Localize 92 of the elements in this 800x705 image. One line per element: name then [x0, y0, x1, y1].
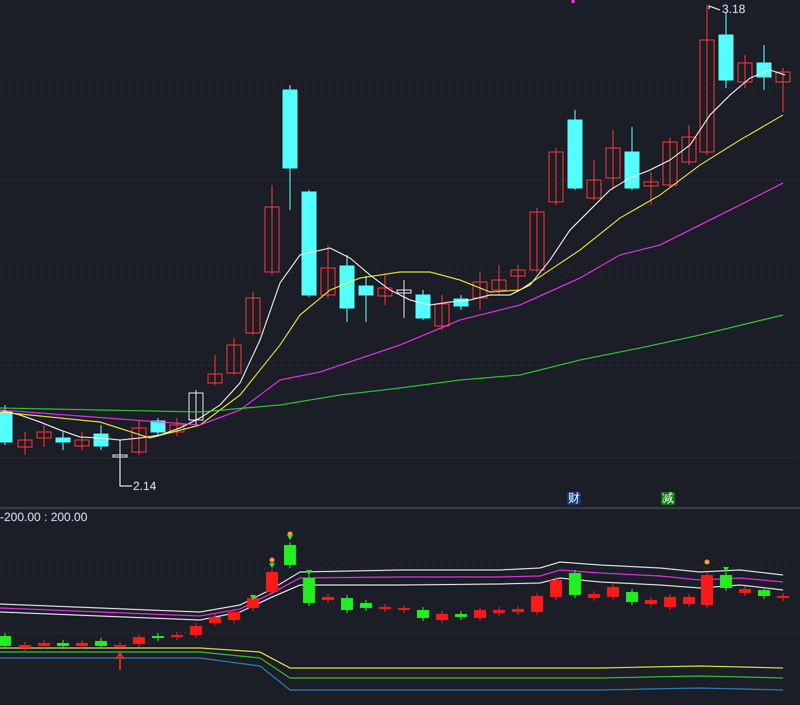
candlestick — [492, 264, 506, 296]
indicator-bar — [398, 604, 410, 614]
candlestick — [416, 290, 430, 320]
event-marker-badge: 财 — [567, 492, 581, 505]
candlestick — [36, 424, 52, 448]
indicator-bar — [626, 588, 638, 606]
candlestick — [246, 292, 260, 336]
indicator-bar — [209, 614, 221, 626]
candlestick — [510, 264, 526, 290]
candlestick — [56, 432, 70, 450]
indicator-bar — [190, 622, 202, 638]
candlestick — [170, 418, 184, 436]
indicator-bar — [171, 632, 183, 640]
indicator-bar — [777, 592, 789, 602]
candlestick — [358, 276, 374, 322]
candlestick — [74, 432, 90, 450]
tick-mark — [572, 0, 574, 3]
candlestick — [396, 280, 412, 318]
indicator-bar — [284, 542, 296, 568]
indicator-bar — [379, 604, 391, 612]
down-triangle-icon — [306, 570, 312, 575]
candlestick — [606, 130, 620, 190]
candlestick — [454, 294, 468, 310]
candlestick — [340, 254, 354, 322]
indicator-bar — [550, 576, 562, 600]
indicator-bar — [758, 586, 770, 600]
indicator-bar — [417, 606, 429, 622]
indicator-bar — [303, 574, 315, 606]
down-triangle-icon — [250, 595, 256, 600]
candlestick — [682, 124, 696, 166]
candlestick — [18, 432, 32, 456]
candlestick — [738, 54, 752, 88]
high-price-label: 3.18 — [722, 1, 746, 17]
indicator-bar — [228, 608, 240, 624]
indicator-bar — [76, 640, 88, 650]
indicator-bar — [512, 606, 524, 616]
indicator-bar — [341, 594, 353, 614]
candlestick — [208, 354, 222, 386]
indicator-bar — [436, 610, 448, 624]
candlestick — [662, 138, 678, 188]
indicator-bar — [152, 632, 164, 642]
indicator-bar — [683, 594, 695, 608]
candlestick — [150, 418, 166, 436]
candlestick — [320, 244, 336, 298]
candlestick — [188, 390, 204, 426]
candlestick — [132, 420, 146, 456]
candlestick — [586, 160, 602, 200]
indicator-bar — [114, 642, 126, 650]
candlestick — [756, 44, 772, 90]
indicator-bar — [133, 634, 145, 648]
indicator-bar — [720, 572, 732, 592]
indicator-range-label: -200.00 : 200.00 — [0, 509, 88, 525]
candlestick — [226, 338, 242, 376]
indicator-bar — [664, 594, 676, 610]
candlestick — [776, 68, 790, 112]
low-price-label: 2.14 — [133, 478, 156, 494]
leader-line — [120, 460, 132, 486]
indicator-bar — [739, 586, 751, 596]
down-triangle-icon — [287, 535, 293, 540]
indicator-bar — [645, 596, 657, 608]
indicator-bar — [607, 584, 619, 600]
indicator-bar — [266, 568, 278, 596]
indicator-bar — [360, 600, 372, 612]
candlestick — [378, 274, 392, 306]
candlestick — [624, 126, 640, 190]
candlestick — [472, 272, 488, 310]
indicator-bar — [588, 590, 600, 602]
candlestick — [94, 424, 108, 450]
indicator-bar — [95, 638, 107, 650]
indicator-bar — [0, 632, 11, 650]
up-arrow-icon — [115, 652, 125, 671]
candlestick — [548, 148, 564, 206]
leader-line — [708, 5, 720, 10]
candlestick — [644, 172, 658, 206]
down-triangle-icon — [723, 567, 729, 572]
candlestick — [434, 294, 450, 330]
indicator-bar — [57, 640, 69, 650]
candlestick — [0, 404, 12, 446]
signal-dot — [704, 560, 710, 564]
indicator-bar — [19, 642, 31, 652]
signal-dot — [270, 558, 274, 562]
candlestick — [530, 208, 544, 272]
indicator-bar — [322, 594, 334, 604]
indicator-bar — [569, 570, 581, 598]
indicator-bar — [455, 610, 467, 620]
down-triangle-icon — [269, 563, 275, 568]
indicator-bar — [701, 572, 713, 608]
indicator-bar — [474, 606, 486, 622]
event-marker-badge: 减 — [661, 492, 675, 505]
indicator-bar — [531, 592, 543, 616]
indicator-bar — [493, 606, 505, 616]
indicator-bar — [38, 640, 50, 650]
